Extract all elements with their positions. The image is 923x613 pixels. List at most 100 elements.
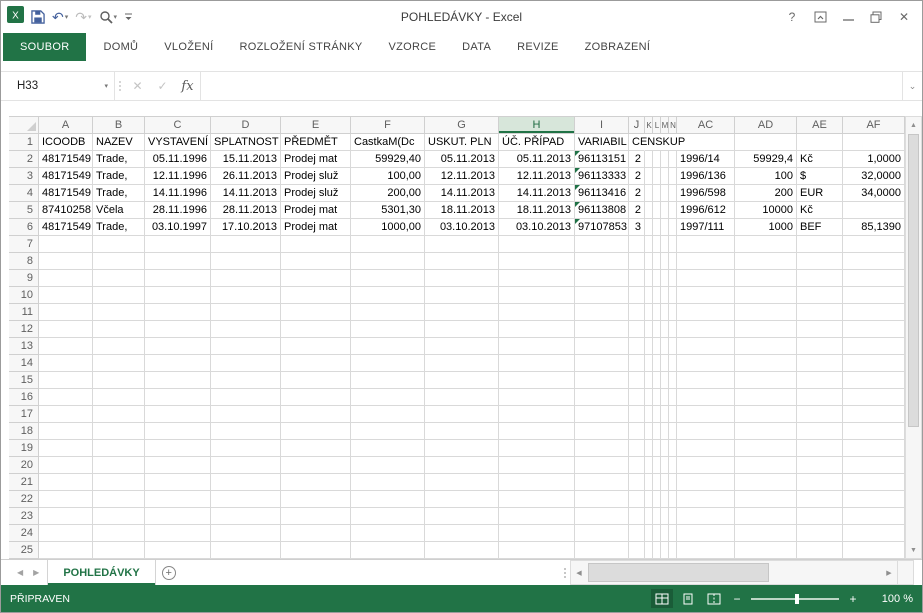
cell-B25[interactable] xyxy=(93,542,145,559)
cell-AF23[interactable] xyxy=(843,508,905,525)
cell-F3[interactable]: 100,00 xyxy=(351,168,425,185)
cell-D22[interactable] xyxy=(211,491,281,508)
cell-C17[interactable] xyxy=(145,406,211,423)
zoom-level[interactable]: 100 % xyxy=(865,593,913,605)
cell-K23[interactable] xyxy=(645,508,653,525)
cell-E22[interactable] xyxy=(281,491,351,508)
col-header-L[interactable]: L xyxy=(653,116,661,134)
cell-K18[interactable] xyxy=(645,423,653,440)
cell-K20[interactable] xyxy=(645,457,653,474)
cell-B19[interactable] xyxy=(93,440,145,457)
cell-AE19[interactable] xyxy=(797,440,843,457)
cell-AE7[interactable] xyxy=(797,236,843,253)
cell-D13[interactable] xyxy=(211,338,281,355)
cell-E16[interactable] xyxy=(281,389,351,406)
cell-H19[interactable] xyxy=(499,440,575,457)
cell-K16[interactable] xyxy=(645,389,653,406)
row-header-16[interactable]: 16 xyxy=(9,389,39,406)
cell-AE21[interactable] xyxy=(797,474,843,491)
cell-G15[interactable] xyxy=(425,372,499,389)
cell-H9[interactable] xyxy=(499,270,575,287)
cell-I24[interactable] xyxy=(575,525,629,542)
cell-N12[interactable] xyxy=(669,321,677,338)
cell-E8[interactable] xyxy=(281,253,351,270)
cell-AD23[interactable] xyxy=(735,508,797,525)
cell-D1[interactable]: SPLATNOST xyxy=(211,134,281,151)
cell-C4[interactable]: 14.11.1996 xyxy=(145,185,211,202)
scroll-left-icon[interactable]: ◀ xyxy=(571,561,587,584)
cell-AD8[interactable] xyxy=(735,253,797,270)
cell-F13[interactable] xyxy=(351,338,425,355)
cell-AD2[interactable]: 59929,4 xyxy=(735,151,797,168)
cell-F12[interactable] xyxy=(351,321,425,338)
cell-G6[interactable]: 03.10.2013 xyxy=(425,219,499,236)
cell-B14[interactable] xyxy=(93,355,145,372)
cell-A1[interactable]: ICOODB xyxy=(39,134,93,151)
cell-M5[interactable] xyxy=(661,202,669,219)
cell-C23[interactable] xyxy=(145,508,211,525)
cell-AE22[interactable] xyxy=(797,491,843,508)
cell-J2[interactable]: 2 xyxy=(629,151,645,168)
cell-AC22[interactable] xyxy=(677,491,735,508)
cell-AE5[interactable]: Kč xyxy=(797,202,843,219)
col-header-A[interactable]: A xyxy=(39,116,93,134)
cell-C19[interactable] xyxy=(145,440,211,457)
cell-E6[interactable]: Prodej mat xyxy=(281,219,351,236)
cell-G5[interactable]: 18.11.2013 xyxy=(425,202,499,219)
cell-I12[interactable] xyxy=(575,321,629,338)
cell-AF7[interactable] xyxy=(843,236,905,253)
cell-A15[interactable] xyxy=(39,372,93,389)
cell-E12[interactable] xyxy=(281,321,351,338)
col-header-E[interactable]: E xyxy=(281,116,351,134)
cell-J17[interactable] xyxy=(629,406,645,423)
cell-C16[interactable] xyxy=(145,389,211,406)
cell-K12[interactable] xyxy=(645,321,653,338)
cell-A24[interactable] xyxy=(39,525,93,542)
ribbon-tab-soubor[interactable]: SOUBOR xyxy=(3,33,87,61)
cell-N8[interactable] xyxy=(669,253,677,270)
cell-F17[interactable] xyxy=(351,406,425,423)
cell-M11[interactable] xyxy=(661,304,669,321)
cell-L16[interactable] xyxy=(653,389,661,406)
cell-AC15[interactable] xyxy=(677,372,735,389)
cell-K22[interactable] xyxy=(645,491,653,508)
ribbon-tab-vzorce[interactable]: VZORCE xyxy=(376,33,450,61)
cell-L20[interactable] xyxy=(653,457,661,474)
row-header-5[interactable]: 5 xyxy=(9,202,39,219)
print-preview-icon[interactable]: ▾ xyxy=(99,10,117,24)
undo-dropdown-icon[interactable]: ▾ xyxy=(65,14,69,21)
cell-J6[interactable]: 3 xyxy=(629,219,645,236)
cell-K14[interactable] xyxy=(645,355,653,372)
next-sheet-icon[interactable]: ▶ xyxy=(33,568,39,577)
cell-L4[interactable] xyxy=(653,185,661,202)
cell-B12[interactable] xyxy=(93,321,145,338)
cell-N25[interactable] xyxy=(669,542,677,559)
row-header-2[interactable]: 2 xyxy=(9,151,39,168)
cell-C8[interactable] xyxy=(145,253,211,270)
row-header-14[interactable]: 14 xyxy=(9,355,39,372)
view-page-layout-button[interactable] xyxy=(677,589,699,608)
cell-AC3[interactable]: 1996/136 xyxy=(677,168,735,185)
cell-AC12[interactable] xyxy=(677,321,735,338)
row-header-20[interactable]: 20 xyxy=(9,457,39,474)
cell-AC14[interactable] xyxy=(677,355,735,372)
cell-M8[interactable] xyxy=(661,253,669,270)
cell-AF18[interactable] xyxy=(843,423,905,440)
cell-C7[interactable] xyxy=(145,236,211,253)
cell-F5[interactable]: 5301,30 xyxy=(351,202,425,219)
cell-AF6[interactable]: 85,1390 xyxy=(843,219,905,236)
cell-AF24[interactable] xyxy=(843,525,905,542)
zoom-slider-thumb[interactable] xyxy=(795,593,799,604)
col-header-C[interactable]: C xyxy=(145,116,211,134)
cell-G22[interactable] xyxy=(425,491,499,508)
col-header-I[interactable]: I xyxy=(575,116,629,134)
cell-AD4[interactable]: 200 xyxy=(735,185,797,202)
row-header-24[interactable]: 24 xyxy=(9,525,39,542)
cell-J11[interactable] xyxy=(629,304,645,321)
cell-AF10[interactable] xyxy=(843,287,905,304)
cell-D18[interactable] xyxy=(211,423,281,440)
row-header-11[interactable]: 11 xyxy=(9,304,39,321)
row-header-25[interactable]: 25 xyxy=(9,542,39,559)
cell-L14[interactable] xyxy=(653,355,661,372)
cell-J4[interactable]: 2 xyxy=(629,185,645,202)
